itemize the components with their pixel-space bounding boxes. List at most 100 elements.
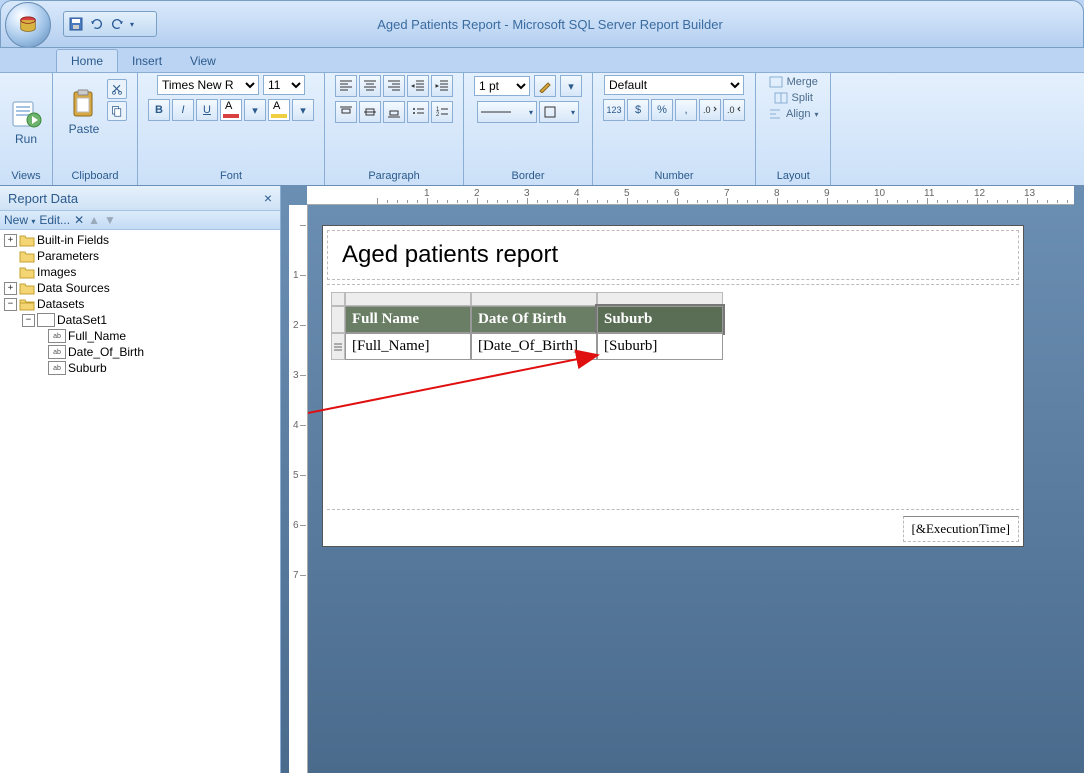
app-menu-orb[interactable]: [5, 2, 51, 48]
ribbon-group-clipboard: Paste Clipboard: [53, 73, 138, 185]
tree-node-datasources[interactable]: +Data Sources: [0, 280, 280, 296]
move-down-button[interactable]: ▼: [104, 213, 116, 227]
horizontal-ruler: 123456789101112131415: [307, 186, 1074, 205]
execution-time-textbox[interactable]: [&ExecutionTime]: [903, 516, 1019, 542]
report-body[interactable]: Aged patients report Full N: [322, 225, 1024, 547]
close-panel-button[interactable]: ×: [264, 190, 272, 206]
align-menu-button[interactable]: Align ▾: [766, 107, 820, 121]
highlight-color-button[interactable]: A: [268, 99, 290, 121]
header-cell-dob[interactable]: Date Of Birth: [471, 306, 597, 333]
bullets-icon: [411, 105, 425, 119]
tree-node-parameters[interactable]: Parameters: [0, 248, 280, 264]
align-left-button[interactable]: [335, 75, 357, 97]
border-style-button[interactable]: ▾: [477, 101, 537, 123]
split-button[interactable]: Split: [772, 91, 815, 105]
report-title-textbox[interactable]: Aged patients report: [327, 230, 1019, 280]
report-data-panel: Report Data × New ▾ Edit... ✕ ▲ ▼ +Built…: [0, 186, 281, 773]
number-format-select[interactable]: Default: [604, 75, 744, 95]
border-preset-button[interactable]: ▾: [539, 101, 579, 123]
copy-icon: [111, 105, 123, 117]
align-middle-button[interactable]: [359, 101, 381, 123]
increase-indent-button[interactable]: [431, 75, 453, 97]
numbering-button[interactable]: 12: [431, 101, 453, 123]
tree-node-images[interactable]: Images: [0, 264, 280, 280]
save-icon[interactable]: [68, 16, 84, 32]
tree-node-dataset1[interactable]: −DataSet1: [0, 312, 280, 328]
tree-node-field-fullname[interactable]: abFull_Name: [0, 328, 280, 344]
border-width-select[interactable]: 1 pt: [474, 76, 530, 96]
tree-node-datasets[interactable]: −Datasets: [0, 296, 280, 312]
data-cell-suburb[interactable]: [Suburb]: [597, 333, 723, 360]
decrease-indent-button[interactable]: [407, 75, 429, 97]
report-data-tree[interactable]: +Built-in Fields Parameters Images +Data…: [0, 230, 280, 773]
align-center-button[interactable]: [359, 75, 381, 97]
tab-home[interactable]: Home: [56, 49, 118, 72]
comma-button[interactable]: ,: [675, 99, 697, 121]
tablix-corner-handle[interactable]: [331, 292, 345, 306]
undo-icon[interactable]: [90, 17, 104, 31]
highlight-dropdown[interactable]: ▾: [292, 99, 314, 121]
group-label-layout: Layout: [760, 169, 826, 183]
column-handle-3[interactable]: [597, 292, 723, 306]
copy-button[interactable]: [107, 101, 127, 121]
merge-icon: [769, 76, 783, 88]
tree-node-field-dob[interactable]: abDate_Of_Birth: [0, 344, 280, 360]
tree-node-field-suburb[interactable]: abSuburb: [0, 360, 280, 376]
paste-icon: [68, 88, 100, 120]
paste-button[interactable]: Paste: [63, 75, 105, 149]
border-line-icon: [481, 107, 511, 117]
align-center-icon: [363, 79, 377, 93]
qat-container: ▾: [63, 11, 157, 37]
group-label-border: Border: [468, 169, 588, 183]
run-icon: [10, 98, 42, 130]
align-right-icon: [387, 79, 401, 93]
border-color-dropdown[interactable]: ▾: [560, 75, 582, 97]
ribbon-group-views: Run Views: [0, 73, 53, 185]
tree-node-builtin[interactable]: +Built-in Fields: [0, 232, 280, 248]
underline-button[interactable]: U: [196, 99, 218, 121]
border-color-button[interactable]: [534, 75, 556, 97]
align-right-button[interactable]: [383, 75, 405, 97]
row-handle-detail[interactable]: [331, 333, 345, 360]
bullets-button[interactable]: [407, 101, 429, 123]
increase-decimal-button[interactable]: .0: [699, 99, 721, 121]
italic-button[interactable]: I: [172, 99, 194, 121]
svg-text:.0: .0: [703, 105, 711, 115]
group-label-views: Views: [4, 169, 48, 183]
redo-icon[interactable]: [110, 17, 124, 31]
data-cell-fullname[interactable]: [Full_Name]: [345, 333, 471, 360]
row-handle-header[interactable]: [331, 306, 345, 333]
merge-button[interactable]: Merge: [767, 75, 820, 89]
align-top-button[interactable]: [335, 101, 357, 123]
move-up-button[interactable]: ▲: [88, 213, 100, 227]
cut-button[interactable]: [107, 79, 127, 99]
header-cell-fullname[interactable]: Full Name: [345, 306, 471, 333]
column-handle-2[interactable]: [471, 292, 597, 306]
font-color-dropdown[interactable]: ▾: [244, 99, 266, 121]
currency-symbol-button[interactable]: $: [627, 99, 649, 121]
align-bottom-button[interactable]: [383, 101, 405, 123]
font-size-select[interactable]: 11: [263, 75, 305, 95]
run-button[interactable]: Run: [4, 85, 48, 159]
tab-insert[interactable]: Insert: [118, 50, 176, 72]
vertical-ruler: 1234567: [289, 205, 308, 773]
edit-button[interactable]: Edit...: [39, 213, 70, 227]
align-icon: [768, 108, 782, 120]
decrease-decimal-button[interactable]: .0: [723, 99, 745, 121]
dataset-icon: [37, 313, 55, 327]
delete-button[interactable]: ✕: [74, 213, 84, 227]
app-logo-icon: [15, 12, 41, 38]
font-family-select[interactable]: Times New R: [157, 75, 259, 95]
tablix[interactable]: Full Name Date Of Birth Suburb [Full_Nam…: [331, 292, 723, 360]
tab-view[interactable]: View: [176, 50, 230, 72]
column-handle-1[interactable]: [345, 292, 471, 306]
design-surface[interactable]: Aged patients report Full N: [308, 205, 1084, 773]
font-color-button[interactable]: A: [220, 99, 242, 121]
percent-button[interactable]: %: [651, 99, 673, 121]
header-cell-suburb[interactable]: Suburb: [597, 306, 723, 333]
currency-button[interactable]: 123: [603, 99, 625, 121]
new-menu[interactable]: New ▾: [4, 213, 35, 227]
quick-access-toolbar: ▾: [63, 11, 157, 37]
data-cell-dob[interactable]: [Date_Of_Birth]: [471, 333, 597, 360]
bold-button[interactable]: B: [148, 99, 170, 121]
